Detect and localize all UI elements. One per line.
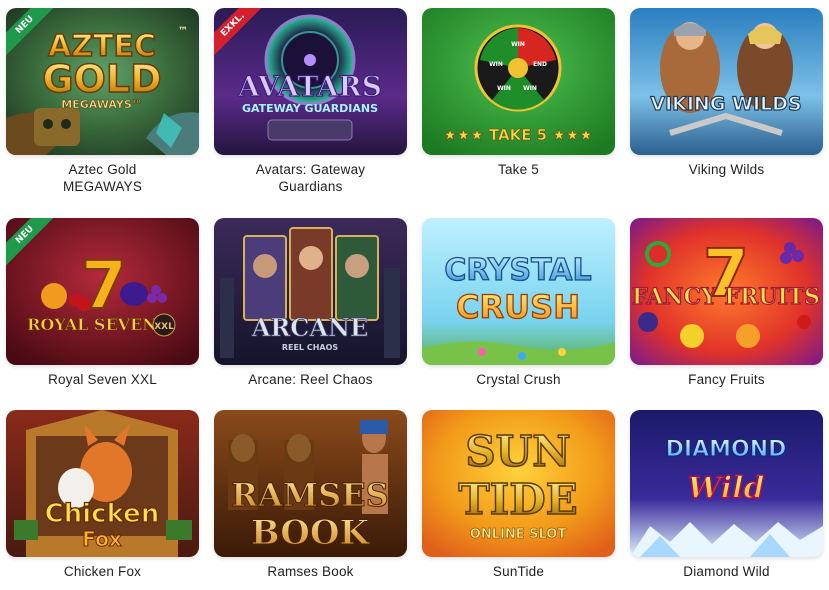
game-title[interactable]: Avatars: Gateway Guardians bbox=[214, 161, 407, 195]
svg-text:AVATARS: AVATARS bbox=[237, 70, 382, 103]
game-tile-ramses-book[interactable]: RAMSES BOOK Ramses Book bbox=[214, 410, 407, 580]
svg-text:7: 7 bbox=[81, 247, 127, 324]
game-thumbnail[interactable]: DIAMOND Wild bbox=[630, 410, 823, 557]
game-title[interactable]: Fancy Fruits bbox=[630, 371, 823, 388]
svg-text:FANCY FRUITS: FANCY FRUITS bbox=[632, 284, 820, 310]
arcane-artwork: ARCANE REEL CHAOS bbox=[214, 218, 407, 365]
svg-text:Fox: Fox bbox=[82, 527, 122, 551]
game-tile-avatars[interactable]: EXKL. AVATARS GATEWAY GUARDIANS Avatars:… bbox=[214, 8, 407, 195]
game-title[interactable]: SunTide bbox=[422, 563, 615, 580]
svg-text:★★★ TAKE 5 ★★★: ★★★ TAKE 5 ★★★ bbox=[443, 126, 592, 144]
game-thumbnail[interactable]: ARCANE REEL CHAOS bbox=[214, 218, 407, 365]
game-thumbnail[interactable]: WIN END WIN WIN WIN ★★★ TAKE 5 ★★★ bbox=[422, 8, 615, 155]
svg-text:Chicken: Chicken bbox=[45, 499, 160, 529]
take-5-artwork: WIN END WIN WIN WIN ★★★ TAKE 5 ★★★ bbox=[422, 8, 615, 155]
chicken-fox-artwork: Chicken Fox bbox=[6, 410, 199, 557]
svg-text:™: ™ bbox=[178, 26, 188, 37]
svg-text:XXL: XXL bbox=[154, 322, 174, 332]
svg-text:ARCANE: ARCANE bbox=[251, 313, 369, 342]
ramses-book-artwork: RAMSES BOOK bbox=[214, 410, 407, 557]
game-title[interactable]: Royal Seven XXL bbox=[6, 371, 199, 388]
game-tile-take-5[interactable]: WIN END WIN WIN WIN ★★★ TAKE 5 ★★★ Take … bbox=[422, 8, 615, 178]
game-thumbnail[interactable]: NEU 7 ROYAL SEVEN XXL bbox=[6, 218, 199, 365]
svg-text:CRUSH: CRUSH bbox=[456, 288, 580, 326]
viking-wilds-artwork: VIKING WILDS bbox=[630, 8, 823, 155]
game-tile-fancy-fruits[interactable]: 7 FANCY FRUITS Fancy Fruits bbox=[630, 218, 823, 388]
game-thumbnail[interactable]: SUN TIDE ONLINE SLOT bbox=[422, 410, 615, 557]
game-title[interactable]: Diamond Wild bbox=[630, 563, 823, 580]
game-title[interactable]: Crystal Crush bbox=[422, 371, 615, 388]
svg-text:GATEWAY GUARDIANS: GATEWAY GUARDIANS bbox=[242, 102, 378, 115]
svg-text:VIKING WILDS: VIKING WILDS bbox=[650, 93, 801, 115]
svg-text:DIAMOND: DIAMOND bbox=[666, 437, 787, 462]
svg-text:ONLINE SLOT: ONLINE SLOT bbox=[470, 527, 567, 542]
svg-text:REEL CHAOS: REEL CHAOS bbox=[282, 343, 339, 352]
diamond-wild-artwork: DIAMOND Wild bbox=[630, 410, 823, 557]
game-thumbnail[interactable]: NEU AZTEC GOLD MEGAWAYS™ ™ bbox=[6, 8, 199, 155]
game-tile-aztec-gold[interactable]: NEU AZTEC GOLD MEGAWAYS™ ™ Aztec Gold ME… bbox=[6, 8, 199, 195]
fancy-fruits-artwork: 7 FANCY FRUITS bbox=[630, 218, 823, 365]
game-title[interactable]: Viking Wilds bbox=[630, 161, 823, 178]
exclusive-badge: EXKL. bbox=[214, 8, 270, 64]
game-thumbnail[interactable]: 7 FANCY FRUITS bbox=[630, 218, 823, 365]
svg-text:WIN: WIN bbox=[511, 41, 525, 48]
svg-text:WIN: WIN bbox=[489, 61, 503, 68]
game-title[interactable]: Take 5 bbox=[422, 161, 615, 178]
game-thumbnail[interactable]: RAMSES BOOK bbox=[214, 410, 407, 557]
svg-text:END: END bbox=[533, 61, 547, 68]
svg-text:WIN: WIN bbox=[523, 85, 537, 92]
game-tile-chicken-fox[interactable]: Chicken Fox Chicken Fox bbox=[6, 410, 199, 580]
game-tile-royal-seven-xxl[interactable]: NEU 7 ROYAL SEVEN XXL Royal Seven XXL bbox=[6, 218, 199, 388]
svg-text:ROYAL SEVEN: ROYAL SEVEN bbox=[27, 315, 157, 334]
svg-text:BOOK: BOOK bbox=[251, 513, 371, 553]
game-tile-diamond-wild[interactable]: DIAMOND Wild Diamond Wild bbox=[630, 410, 823, 580]
svg-text:Wild: Wild bbox=[688, 471, 765, 506]
game-thumbnail[interactable]: VIKING WILDS bbox=[630, 8, 823, 155]
game-title[interactable]: Ramses Book bbox=[214, 563, 407, 580]
game-tile-arcane-reel-chaos[interactable]: ARCANE REEL CHAOS Arcane: Reel Chaos bbox=[214, 218, 407, 388]
svg-text:SUN: SUN bbox=[465, 427, 570, 476]
svg-text:TIDE: TIDE bbox=[458, 475, 577, 524]
svg-text:MEGAWAYS™: MEGAWAYS™ bbox=[61, 98, 143, 111]
new-badge: NEU bbox=[6, 8, 62, 64]
game-thumbnail[interactable]: Chicken Fox bbox=[6, 410, 199, 557]
suntide-artwork: SUN TIDE ONLINE SLOT bbox=[422, 410, 615, 557]
game-tile-viking-wilds[interactable]: VIKING WILDS Viking Wilds bbox=[630, 8, 823, 178]
new-badge: NEU bbox=[6, 218, 62, 274]
game-title[interactable]: Arcane: Reel Chaos bbox=[214, 371, 407, 388]
game-title[interactable]: Aztec Gold MEGAWAYS bbox=[6, 161, 199, 195]
game-tile-crystal-crush[interactable]: CRYSTAL CRUSH Crystal Crush bbox=[422, 218, 615, 388]
svg-text:CRYSTAL: CRYSTAL bbox=[444, 253, 591, 288]
game-thumbnail[interactable]: EXKL. AVATARS GATEWAY GUARDIANS bbox=[214, 8, 407, 155]
game-thumbnail[interactable]: CRYSTAL CRUSH bbox=[422, 218, 615, 365]
game-title[interactable]: Chicken Fox bbox=[6, 563, 199, 580]
svg-text:RAMSES: RAMSES bbox=[231, 476, 388, 514]
crystal-crush-artwork: CRYSTAL CRUSH bbox=[422, 218, 615, 365]
svg-text:WIN: WIN bbox=[497, 85, 511, 92]
game-tile-suntide[interactable]: SUN TIDE ONLINE SLOT SunTide bbox=[422, 410, 615, 580]
